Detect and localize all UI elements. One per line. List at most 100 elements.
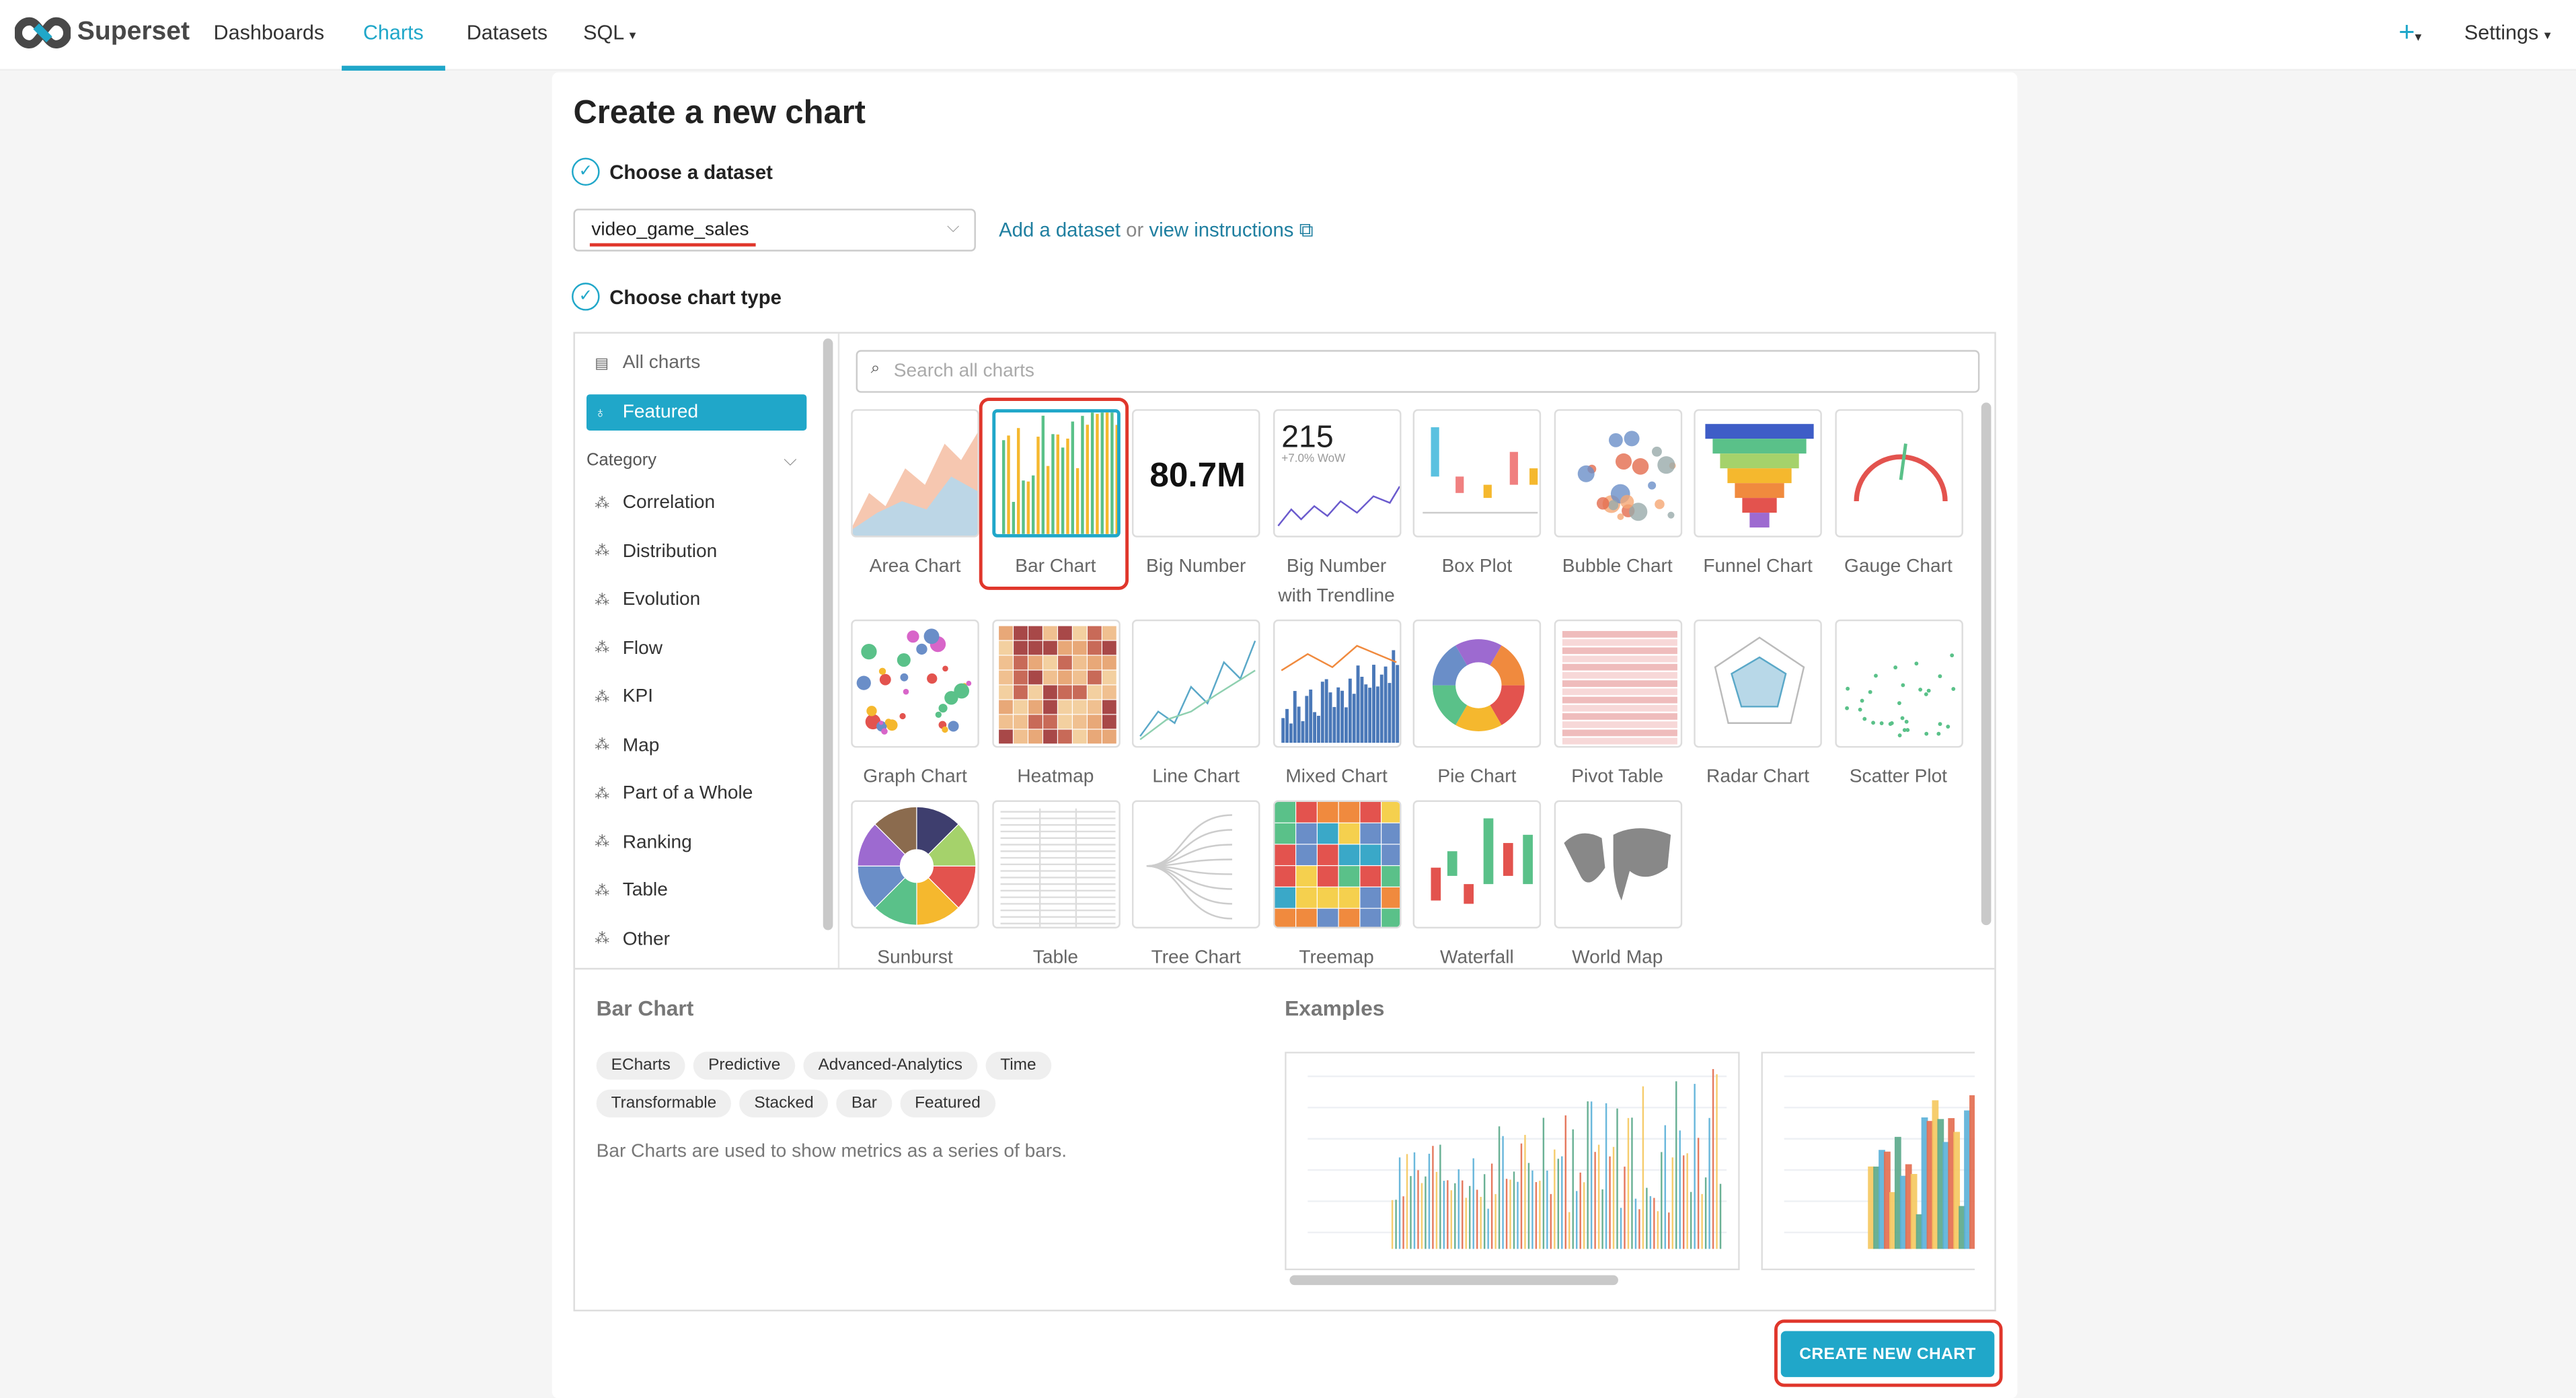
sidebar-item-other[interactable]: ⁂ Other	[586, 921, 806, 957]
chart-tile-label: Pie Chart	[1437, 767, 1517, 788]
chart-tile-table[interactable]: Table	[991, 800, 1120, 973]
category-header[interactable]: Category ⌵	[586, 450, 797, 472]
sidebar-item-map[interactable]: ⁂ Map	[586, 727, 806, 764]
add-dataset-link[interactable]: Add a dataset	[999, 219, 1121, 242]
chart-tile-funnel[interactable]: Funnel Chart	[1694, 409, 1822, 581]
svg-text:+7.0% WoW: +7.0% WoW	[1281, 451, 1345, 464]
chart-tile-mixed[interactable]: Mixed Chart	[1272, 619, 1401, 792]
chart-thumbnail	[851, 409, 979, 538]
category-icon: ⁂	[595, 930, 610, 947]
chart-tile-gauge[interactable]: Gauge Chart	[1834, 409, 1963, 581]
chart-thumbnail	[1834, 409, 1963, 538]
chart-thumbnail	[1272, 800, 1401, 929]
sidebar-item-ranking[interactable]: ⁂ Ranking	[586, 824, 806, 860]
line-thumbnail-icon	[1139, 640, 1256, 741]
example-image[interactable]	[1285, 1052, 1740, 1271]
chart-tile-line[interactable]: Line Chart	[1131, 619, 1260, 792]
sunburst-thumbnail-icon	[857, 806, 977, 926]
mixed-thumbnail-icon	[1280, 645, 1398, 743]
sidebar-all-charts[interactable]: ▤ All charts	[586, 345, 806, 381]
radar-thumbnail-icon	[1714, 636, 1805, 724]
chart-tile-label: Mixed Chart	[1285, 767, 1388, 788]
chart-thumbnail	[1694, 619, 1822, 748]
chart-tile-trend[interactable]: 215 +7.0% WoW Big Number with Trendline	[1272, 409, 1401, 611]
dataset-links: Add a dataset or view instructions ⧉	[999, 219, 1313, 244]
examples-scrollbar[interactable]	[1289, 1275, 1618, 1286]
superset-logo[interactable]: Superset	[14, 16, 190, 49]
view-instructions-link[interactable]: view instructions	[1149, 219, 1293, 242]
chart-thumbnail	[1553, 800, 1682, 929]
examples-carousel	[1285, 1052, 1975, 1271]
chart-tile-heatmap[interactable]: Heatmap	[991, 619, 1120, 792]
brand-name: Superset	[77, 17, 190, 46]
sidebar-item-label: KPI	[622, 687, 654, 707]
category-sidebar: ▤ All charts ♁ Featured Category ⌵ ⁂ Correla…	[575, 334, 833, 968]
chart-tile-pie[interactable]: Pie Chart	[1412, 619, 1542, 792]
nav-sql[interactable]: SQL ▾	[583, 22, 636, 44]
chart-tile-sunburst[interactable]: Sunburst	[851, 800, 979, 973]
sidebar-scrollbar[interactable]	[823, 338, 833, 930]
tag: ECharts	[596, 1052, 685, 1080]
sidebar-item-evolution[interactable]: ⁂ Evolution	[586, 582, 806, 618]
chart-tile-pivot[interactable]: Pivot Table	[1553, 619, 1682, 792]
chart-tile-box[interactable]: Box Plot	[1412, 409, 1542, 581]
tag-list: ECharts Predictive Advanced-Analytics Time T…	[596, 1052, 1123, 1117]
category-icon: ⁂	[595, 833, 610, 850]
chart-tile-label: Scatter Plot	[1849, 767, 1948, 788]
search-charts-input[interactable]: ⌕ Search all charts	[856, 350, 1980, 393]
settings-menu[interactable]: Settings ▾	[2464, 22, 2551, 44]
sidebar-item-part-of-a-whole[interactable]: ⁂ Part of a Whole	[586, 776, 806, 812]
chart-tile-scatter[interactable]: Scatter Plot	[1834, 619, 1963, 792]
chart-thumbnail	[1553, 619, 1682, 748]
settings-label: Settings	[2464, 21, 2539, 44]
caret-down-icon: ▾	[2544, 28, 2551, 43]
chevron-down-icon: ⌵	[784, 450, 797, 470]
chart-thumbnail	[851, 800, 979, 929]
chart-thumbnail	[1412, 800, 1542, 929]
tag: Transformable	[596, 1089, 732, 1117]
chart-tile-graph[interactable]: Graph Chart	[851, 619, 979, 792]
sidebar-featured[interactable]: ♁ Featured	[586, 394, 807, 431]
chart-tile-tree[interactable]: Tree Chart	[1131, 800, 1260, 973]
chart-tile-area[interactable]: Area Chart	[851, 409, 979, 581]
tag: Stacked	[739, 1089, 829, 1117]
create-new-chart-button[interactable]: CREATE NEW CHART	[1780, 1331, 1995, 1377]
sidebar-item-flow[interactable]: ⁂ Flow	[586, 630, 806, 667]
fire-icon: ♁	[595, 404, 606, 421]
chart-tile-bignum[interactable]: 80.7M Big Number	[1131, 409, 1260, 581]
tree-thumbnail-icon	[1146, 814, 1232, 920]
search-placeholder: Search all charts	[893, 361, 1034, 381]
chart-tile-treemap[interactable]: Treemap	[1272, 800, 1401, 973]
chart-tile-world[interactable]: World Map	[1553, 800, 1682, 973]
chart-tile-label: Gauge Chart	[1844, 557, 1953, 577]
area-thumbnail-icon	[852, 433, 978, 536]
bubble-thumbnail-icon	[1577, 431, 1675, 521]
example-image[interactable]	[1761, 1052, 1975, 1271]
nav-datasets[interactable]: Datasets	[467, 22, 548, 44]
sidebar-item-table[interactable]: ⁂ Table	[586, 873, 806, 909]
nav-dashboards[interactable]: Dashboards	[214, 22, 325, 44]
chart-tile-bubble[interactable]: Bubble Chart	[1553, 409, 1682, 581]
chart-tile-label: Box Plot	[1441, 557, 1513, 577]
selected-highlight	[979, 398, 1129, 590]
nav-charts[interactable]: Charts	[363, 22, 424, 44]
chart-tile-label: Big Number with Trendline	[1278, 557, 1395, 607]
check-circle-icon: ✓	[572, 157, 600, 186]
chart-tile-radar[interactable]: Radar Chart	[1694, 619, 1822, 792]
sidebar-item-distribution[interactable]: ⁂ Distribution	[586, 534, 806, 570]
sidebar-item-kpi[interactable]: ⁂ KPI	[586, 679, 806, 715]
category-icon: ⁂	[595, 639, 610, 656]
gallery-scrollbar[interactable]	[1981, 402, 1992, 926]
sidebar-item-correlation[interactable]: ⁂ Correlation	[586, 485, 806, 521]
dataset-select[interactable]: video_game_sales ⌵	[573, 209, 976, 252]
active-tab-indicator	[342, 65, 445, 71]
sidebar-item-label: Distribution	[622, 541, 718, 562]
chart-tile-label: Pivot Table	[1571, 767, 1664, 788]
svg-text:80.7M: 80.7M	[1149, 455, 1246, 494]
details-title: Bar Chart	[596, 996, 694, 1021]
grid-icon: ▤	[595, 354, 609, 371]
chart-tile-waterfall[interactable]: Waterfall	[1412, 800, 1542, 973]
external-link-icon: ⧉	[1299, 218, 1314, 242]
plus-menu[interactable]: +▾	[2398, 16, 2421, 49]
chart-thumbnail: 80.7M	[1131, 409, 1260, 538]
